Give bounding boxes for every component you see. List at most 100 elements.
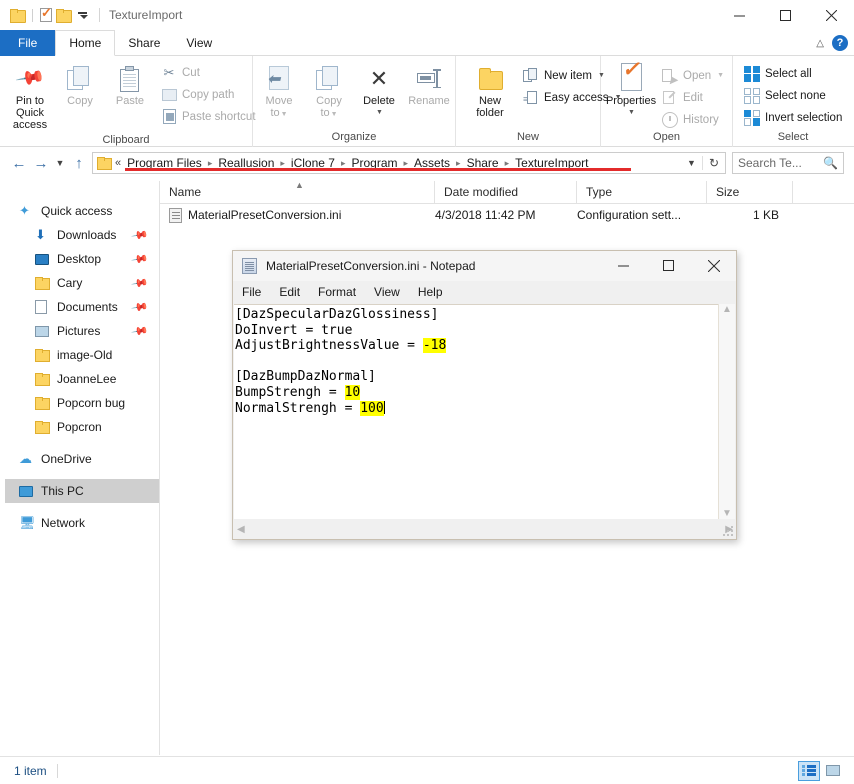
move-to-button[interactable]: ⬅ Move to▼ [255, 61, 303, 123]
sidebar-item-cary[interactable]: Cary 📌 [5, 271, 159, 295]
menu-view[interactable]: View [365, 285, 409, 299]
up-button[interactable]: ↑ [68, 150, 90, 176]
recent-locations-button[interactable]: ▼ [52, 150, 68, 176]
chevron-down-icon[interactable]: ▼ [717, 72, 724, 79]
resize-grip-icon[interactable] [723, 526, 734, 537]
menu-edit[interactable]: Edit [270, 285, 309, 299]
help-icon[interactable]: ? [832, 35, 848, 51]
maximize-button[interactable] [762, 0, 808, 30]
sidebar-item-popcorn-bug[interactable]: Popcorn bug [5, 391, 159, 415]
open-button[interactable]: ▶ Open ▼ [659, 65, 727, 86]
forward-button[interactable]: → [30, 150, 52, 176]
sidebar-item-onedrive[interactable]: ☁ OneDrive [5, 447, 159, 471]
notepad-text-area[interactable]: [DazSpecularDazGlossiness] DoInvert = tru… [234, 304, 719, 519]
menu-help[interactable]: Help [409, 285, 452, 299]
select-none-button[interactable]: Select none [741, 85, 845, 106]
tab-share[interactable]: Share [115, 30, 173, 56]
properties-button[interactable]: ✓ Properties ▼ [606, 59, 656, 121]
close-button[interactable] [808, 0, 854, 30]
copy-to-button[interactable]: Copy to▼ [305, 61, 353, 123]
navigation-pane[interactable]: ✦ Quick access ⬇ Downloads 📌 Desktop 📌 C… [5, 181, 160, 755]
search-input[interactable]: Search Te... 🔍 [732, 152, 844, 174]
chevron-right-icon[interactable]: ▸ [276, 158, 289, 169]
tab-view[interactable]: View [173, 30, 225, 56]
chevron-down-icon[interactable]: ▼ [628, 107, 635, 119]
breadcrumb[interactable]: « Program Files ▸ Reallusion ▸ iClone 7 … [92, 152, 726, 174]
notepad-minimize-button[interactable] [601, 251, 646, 280]
notepad-vertical-scrollbar[interactable]: ▲ ▼ [718, 304, 735, 519]
sidebar-item-joannelee[interactable]: JoanneLee [5, 367, 159, 391]
documents-icon [35, 300, 55, 314]
sidebar-item-image-old[interactable]: image-Old [5, 343, 159, 367]
sidebar-item-pictures[interactable]: Pictures 📌 [5, 319, 159, 343]
scroll-down-icon[interactable]: ▼ [722, 508, 732, 519]
pin-to-quick-access-button[interactable]: 📌 Pin to Quick access [6, 61, 54, 133]
pin-icon[interactable]: 📌 [131, 298, 150, 317]
divider [32, 8, 33, 22]
refresh-icon[interactable]: ↻ [701, 156, 725, 170]
search-icon[interactable]: 🔍 [823, 156, 838, 170]
chevron-right-icon[interactable]: ▸ [452, 158, 465, 169]
copy-path-button[interactable]: Copy path [158, 84, 259, 105]
sidebar-item-network[interactable]: 🖥 Network [5, 511, 159, 535]
pin-icon[interactable]: 📌 [131, 274, 150, 293]
history-button[interactable]: History [659, 109, 727, 130]
menu-format[interactable]: Format [309, 285, 365, 299]
chevron-down-icon[interactable]: ▼ [281, 111, 288, 118]
chevron-down-icon[interactable]: ▼ [376, 107, 383, 119]
pin-icon[interactable]: 📌 [131, 250, 150, 269]
column-header-date-modified[interactable]: Date modified [435, 181, 577, 203]
column-header-size[interactable]: Size [707, 181, 793, 203]
tab-file[interactable]: File [0, 30, 56, 56]
new-folder-button[interactable]: New folder [466, 61, 514, 121]
chevron-right-icon[interactable]: ▸ [204, 158, 217, 169]
sidebar-item-this-pc[interactable]: This PC [5, 479, 159, 503]
notepad-title-bar[interactable]: MaterialPresetConversion.ini - Notepad [233, 251, 736, 281]
customize-dropdown-icon[interactable] [77, 8, 89, 22]
column-header-name[interactable]: Name ▲ [160, 180, 435, 203]
copy-button[interactable]: Copy [56, 61, 104, 109]
menu-file[interactable]: File [242, 285, 270, 299]
pin-icon[interactable]: 📌 [131, 226, 150, 245]
details-view-button[interactable] [798, 760, 820, 781]
sidebar-item-quick-access[interactable]: ✦ Quick access [5, 199, 159, 223]
select-none-icon [744, 87, 760, 104]
notepad-horizontal-scrollbar[interactable]: ◀ ▶ [234, 521, 736, 538]
sidebar-item-desktop[interactable]: Desktop 📌 [5, 247, 159, 271]
back-button[interactable]: ← [8, 150, 30, 176]
address-dropdown-icon[interactable]: ▼ [681, 158, 702, 168]
tab-home[interactable]: Home [55, 30, 116, 56]
rename-button[interactable]: Rename [405, 61, 453, 109]
breadcrumb-overflow-icon[interactable]: « [115, 157, 121, 169]
scroll-left-icon[interactable]: ◀ [237, 524, 245, 535]
table-row[interactable]: MaterialPresetConversion.ini 4/3/2018 11… [160, 204, 854, 226]
notepad-window: MaterialPresetConversion.ini - Notepad F… [232, 250, 737, 540]
paste-shortcut-button[interactable]: Paste shortcut [158, 106, 259, 127]
select-all-button[interactable]: Select all [741, 63, 845, 84]
paste-button[interactable]: Paste [106, 61, 154, 109]
notepad-maximize-button[interactable] [646, 251, 691, 280]
sidebar-item-label: Documents [57, 300, 118, 314]
chevron-right-icon[interactable]: ▸ [400, 158, 413, 169]
chevron-right-icon[interactable]: ▸ [501, 158, 514, 169]
delete-button[interactable]: ✕ Delete ▼ [355, 61, 403, 121]
collapse-ribbon-icon[interactable]: △ [816, 38, 824, 49]
scroll-up-icon[interactable]: ▲ [722, 304, 732, 315]
pin-icon[interactable]: 📌 [131, 322, 150, 341]
sidebar-item-popcron[interactable]: Popcron [5, 415, 159, 439]
thumbnail-view-button[interactable] [822, 761, 844, 781]
column-header-type[interactable]: Type [577, 181, 707, 203]
edit-button[interactable]: Edit [659, 87, 727, 108]
chevron-right-icon[interactable]: ▸ [337, 158, 350, 169]
invert-selection-button[interactable]: Invert selection [741, 107, 845, 128]
notepad-close-button[interactable] [691, 251, 736, 280]
sidebar-item-downloads[interactable]: ⬇ Downloads 📌 [5, 223, 159, 247]
notepad-line: BumpStrengh = 10 [235, 384, 719, 401]
chevron-down-icon[interactable]: ▼ [331, 111, 338, 118]
cut-button[interactable]: ✂ Cut [158, 62, 259, 83]
sidebar-item-documents[interactable]: Documents 📌 [5, 295, 159, 319]
minimize-button[interactable] [716, 0, 762, 30]
properties-icon[interactable] [40, 5, 52, 22]
file-name-cell[interactable]: MaterialPresetConversion.ini [160, 207, 435, 223]
new-folder-icon[interactable] [56, 8, 72, 23]
